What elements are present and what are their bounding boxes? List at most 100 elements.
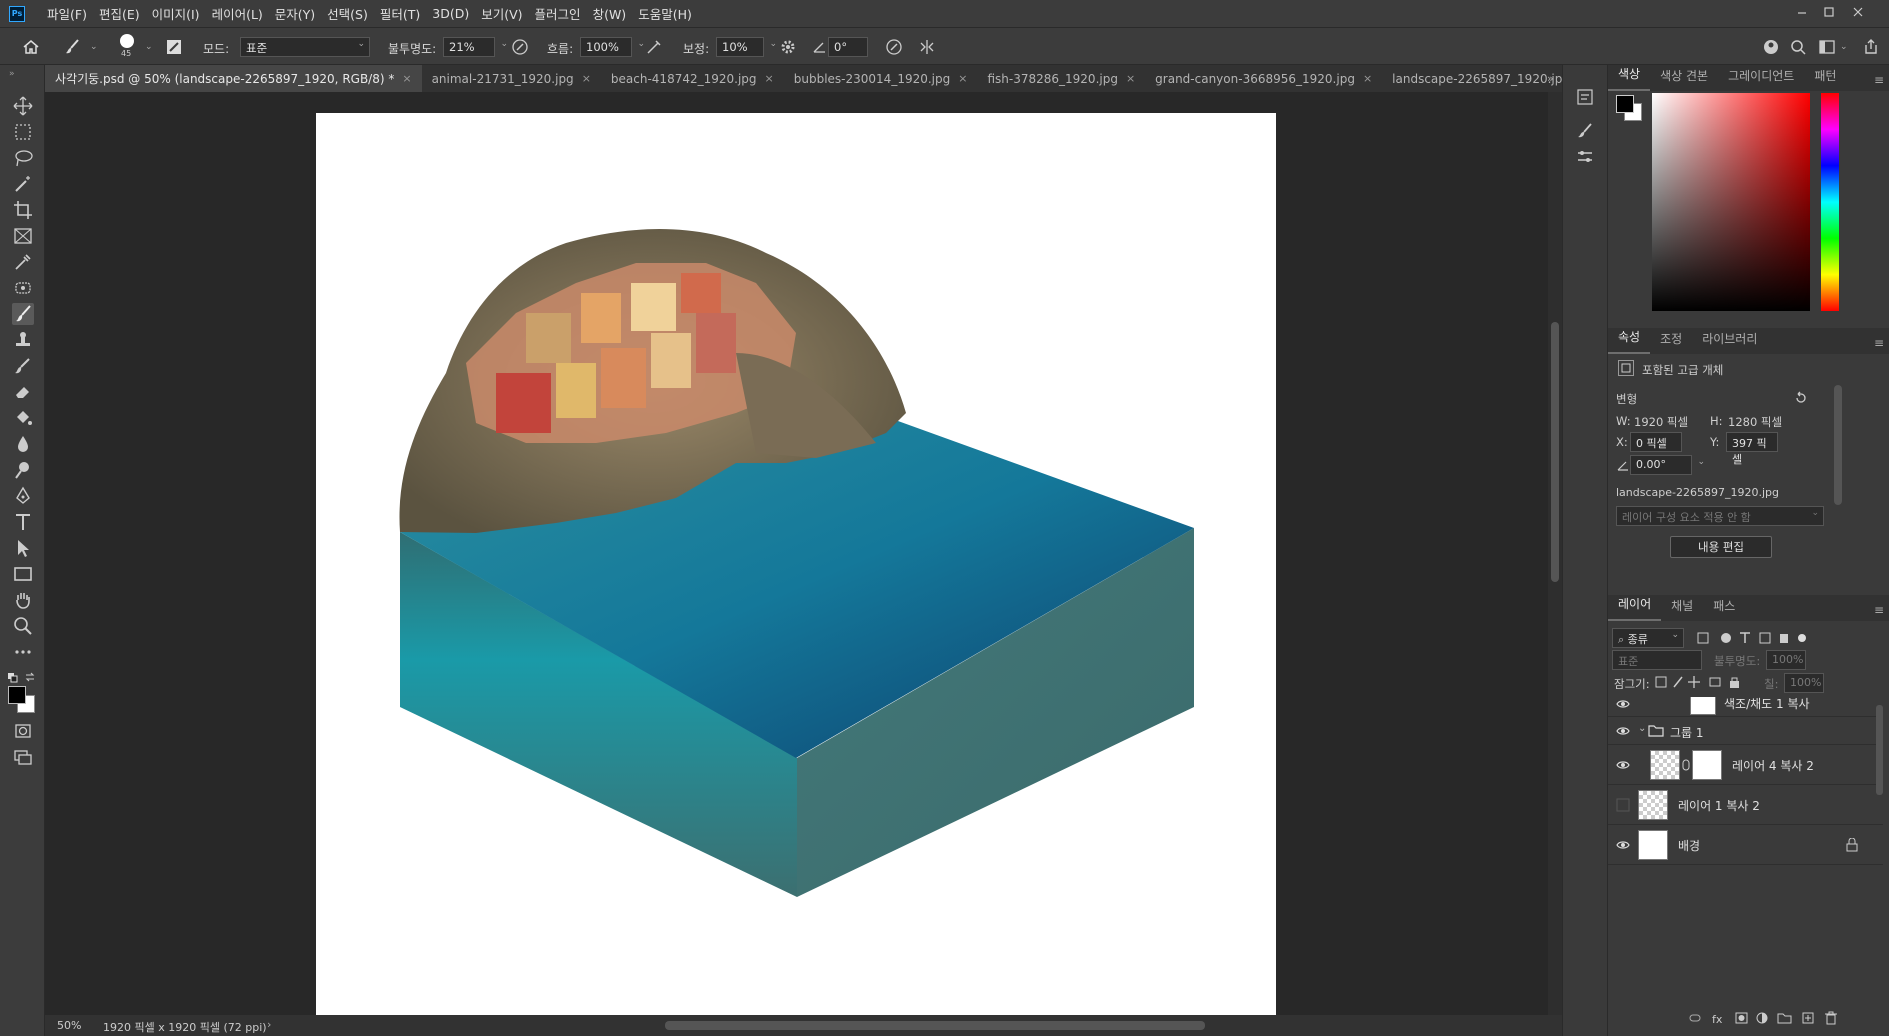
tab-adjustments[interactable]: 조정 bbox=[1650, 330, 1692, 354]
opacity-field[interactable]: 21% ⌄ bbox=[443, 37, 508, 57]
dodge-tool-icon[interactable] bbox=[12, 459, 34, 481]
menu-select[interactable]: 선택(S) bbox=[327, 4, 368, 23]
history-brush-icon[interactable] bbox=[12, 355, 34, 377]
menu-layer[interactable]: 레이어(L) bbox=[212, 4, 263, 23]
lasso-tool-icon[interactable] bbox=[12, 147, 34, 169]
layer-name[interactable]: 배경 bbox=[1678, 837, 1700, 854]
menu-plugins[interactable]: 플러그인 bbox=[535, 4, 581, 23]
brush-tool-icon[interactable] bbox=[12, 303, 34, 325]
gear-icon[interactable] bbox=[779, 38, 797, 56]
default-colors-icon[interactable] bbox=[8, 673, 18, 683]
chevron-down-icon[interactable]: ⌄ bbox=[1840, 42, 1848, 52]
paint-bucket-icon[interactable] bbox=[12, 407, 34, 429]
workspace-icon[interactable] bbox=[1818, 38, 1836, 56]
menu-view[interactable]: 보기(V) bbox=[481, 4, 522, 23]
close-tab-icon[interactable]: × bbox=[402, 72, 411, 85]
zoom-level[interactable]: 50% bbox=[57, 1019, 81, 1032]
brush-preset-icon[interactable] bbox=[64, 38, 82, 56]
more-tools-icon[interactable] bbox=[12, 641, 34, 663]
rectangle-tool-icon[interactable] bbox=[12, 563, 34, 585]
home-icon[interactable] bbox=[22, 38, 40, 56]
pressure-opacity-icon[interactable] bbox=[511, 38, 529, 56]
angle-field[interactable]: 0° bbox=[828, 37, 868, 57]
quick-mask-icon[interactable] bbox=[12, 720, 34, 742]
chevron-down-icon[interactable]: ⌄ bbox=[145, 42, 153, 52]
blend-mode-select[interactable]: 표준 bbox=[1612, 650, 1702, 670]
history-panel-icon[interactable] bbox=[1575, 87, 1595, 107]
tab-channels[interactable]: 채널 bbox=[1661, 597, 1703, 621]
panel-menu-icon[interactable]: ≡ bbox=[1874, 603, 1884, 617]
eyedropper-icon[interactable] bbox=[12, 251, 34, 273]
menu-image[interactable]: 이미지(I) bbox=[152, 4, 200, 23]
panel-menu-icon[interactable]: ≡ bbox=[1874, 73, 1884, 87]
eye-icon[interactable] bbox=[1616, 697, 1630, 711]
collapse-icon[interactable]: » bbox=[9, 69, 15, 79]
tab-paths[interactable]: 패스 bbox=[1703, 597, 1745, 621]
tab-swatches[interactable]: 색상 견본 bbox=[1650, 67, 1718, 91]
layer-name[interactable]: 레이어 4 복사 2 bbox=[1732, 757, 1814, 774]
layers-scrollbar[interactable] bbox=[1876, 705, 1883, 795]
visibility-toggle[interactable] bbox=[1616, 798, 1630, 812]
tab-document[interactable]: grand-canyon-3668956_1920.jpg × bbox=[1145, 65, 1382, 92]
layer-filter-select[interactable]: ⌕ 종류 ⌄ bbox=[1612, 628, 1684, 648]
eye-icon[interactable] bbox=[1616, 838, 1630, 852]
eye-icon[interactable] bbox=[1616, 758, 1630, 772]
close-window-icon[interactable] bbox=[1851, 5, 1865, 19]
menu-3d[interactable]: 3D(D) bbox=[432, 6, 469, 21]
horizontal-scrollbar[interactable] bbox=[665, 1021, 1205, 1030]
share-icon[interactable] bbox=[1862, 38, 1880, 56]
tab-document[interactable]: fish-378286_1920.jpg × bbox=[977, 65, 1145, 92]
pressure-size-icon[interactable] bbox=[885, 38, 903, 56]
foreground-color-swatch[interactable] bbox=[1616, 95, 1634, 113]
edit-contents-button[interactable]: 내용 편집 bbox=[1670, 536, 1772, 558]
swap-colors-icon[interactable] bbox=[24, 671, 36, 683]
flow-field[interactable]: 100% ⌄ bbox=[580, 37, 645, 57]
panel-menu-icon[interactable]: ≡ bbox=[1874, 336, 1884, 350]
layer-row[interactable]: 배경 bbox=[1608, 825, 1883, 865]
minimize-icon[interactable] bbox=[1795, 5, 1809, 19]
menu-help[interactable]: 도움말(H) bbox=[638, 4, 692, 23]
menu-file[interactable]: 파일(F) bbox=[47, 4, 87, 23]
y-field[interactable]: 397 픽셀 bbox=[1726, 432, 1778, 466]
layer-thumbnail[interactable] bbox=[1650, 750, 1680, 780]
layer-mask-thumbnail[interactable] bbox=[1690, 697, 1716, 715]
layer-row[interactable]: 색조/채도 1 복사 bbox=[1608, 697, 1883, 717]
chevron-down-icon[interactable]: ⌄ bbox=[1638, 723, 1646, 734]
foreground-color-swatch[interactable] bbox=[8, 686, 26, 704]
layer-opacity-field[interactable]: 100% bbox=[1766, 650, 1806, 670]
eraser-icon[interactable] bbox=[12, 381, 34, 403]
layer-filter-icons[interactable] bbox=[1696, 631, 1816, 645]
type-tool-icon[interactable] bbox=[12, 511, 34, 533]
reset-transform-icon[interactable] bbox=[1794, 391, 1808, 405]
magic-wand-icon[interactable] bbox=[12, 173, 34, 195]
close-tab-icon[interactable]: × bbox=[1363, 72, 1372, 85]
brush-tip-icon[interactable] bbox=[120, 34, 134, 48]
scroll-thumb[interactable] bbox=[1551, 322, 1559, 582]
screen-mode-icon[interactable] bbox=[12, 746, 34, 768]
layer-mask-thumbnail[interactable] bbox=[1692, 750, 1722, 780]
path-selection-icon[interactable] bbox=[12, 537, 34, 559]
angle-field[interactable]: 0.00° ⌄ bbox=[1630, 455, 1705, 475]
color-picker-field[interactable] bbox=[1652, 93, 1810, 311]
layer-row[interactable]: 레이어 1 복사 2 bbox=[1608, 785, 1883, 825]
layer-group-row[interactable]: ⌄ 그룹 1 bbox=[1608, 717, 1883, 745]
layer-name[interactable]: 레이어 1 복사 2 bbox=[1678, 797, 1760, 814]
tab-gradients[interactable]: 그레이디언트 bbox=[1718, 67, 1804, 91]
menu-type[interactable]: 문자(Y) bbox=[275, 4, 315, 23]
menu-edit[interactable]: 편집(E) bbox=[99, 4, 140, 23]
move-tool-icon[interactable] bbox=[12, 95, 34, 117]
layer-comp-select[interactable]: 레이어 구성 요소 적용 안 함 ⌄ bbox=[1616, 506, 1824, 526]
menu-window[interactable]: 창(W) bbox=[593, 4, 627, 23]
close-tab-icon[interactable]: × bbox=[582, 72, 591, 85]
smoothing-field[interactable]: 10% ⌄ bbox=[716, 37, 777, 57]
vertical-scrollbar[interactable] bbox=[1548, 92, 1562, 1015]
fill-field[interactable]: 100% bbox=[1784, 673, 1824, 693]
search-icon[interactable] bbox=[1789, 38, 1807, 56]
layer-name[interactable]: 색조/채도 1 복사 bbox=[1724, 697, 1810, 712]
tab-document[interactable]: 사각기둥.psd @ 50% (landscape-2265897_1920, … bbox=[45, 65, 422, 92]
tabs-overflow-icon[interactable]: » bbox=[1547, 72, 1554, 85]
tab-color[interactable]: 색상 bbox=[1608, 65, 1651, 91]
eye-icon[interactable] bbox=[1616, 724, 1630, 738]
tab-patterns[interactable]: 패턴 bbox=[1804, 67, 1846, 91]
layer-row[interactable]: 레이어 4 복사 2 bbox=[1608, 745, 1883, 785]
